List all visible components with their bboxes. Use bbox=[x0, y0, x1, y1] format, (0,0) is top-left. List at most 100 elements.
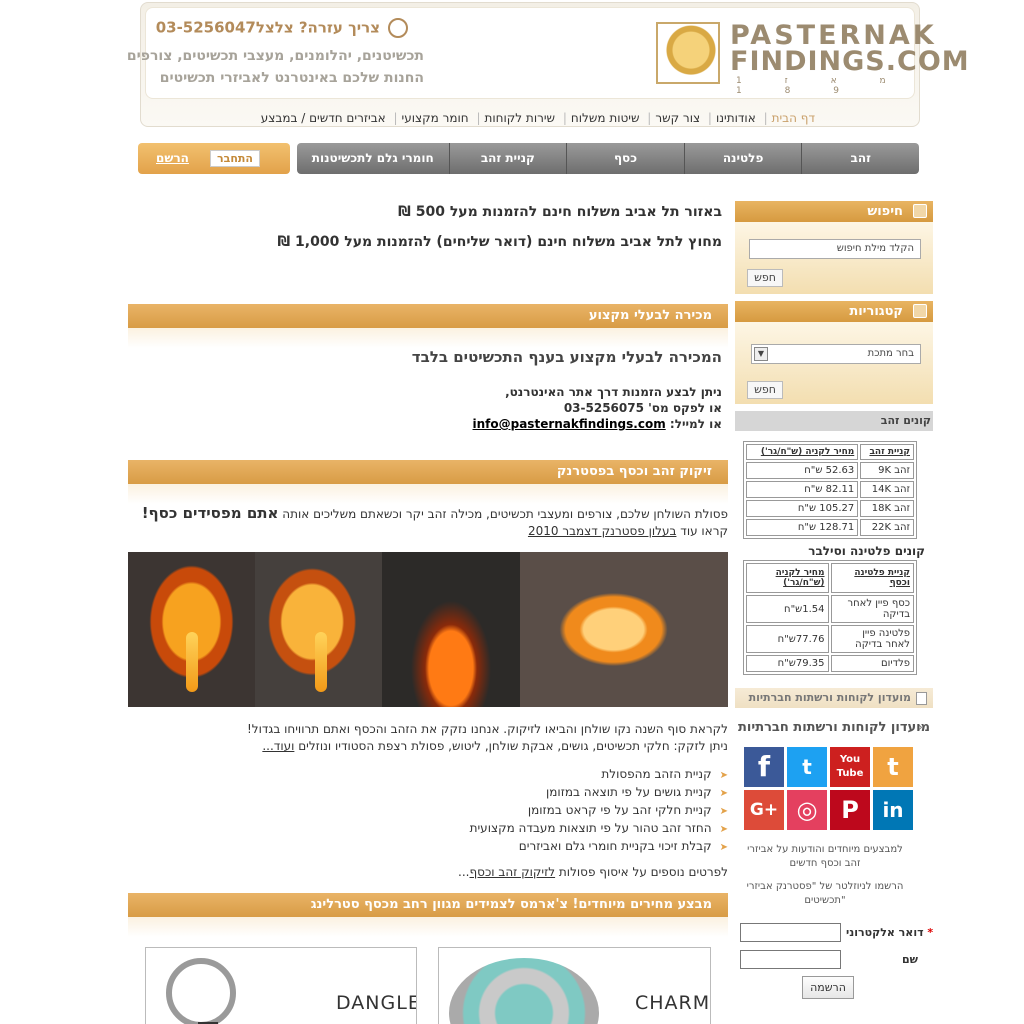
help-phone: צריך עזרה? צלצל03-5256047 bbox=[156, 18, 408, 38]
auth-box: הרשם התחבר bbox=[138, 143, 290, 174]
youtube-icon[interactable]: You Tube bbox=[830, 747, 870, 787]
photo-pour-2 bbox=[255, 552, 382, 707]
table-row: פלטינה פיין לאחר בדיקה 77.76ש"ח bbox=[746, 625, 914, 653]
plat-prices-title: קונים פלטינה וסילבר bbox=[808, 544, 925, 558]
dangle-charm-image bbox=[166, 958, 236, 1024]
newsletter-register-button[interactable]: הרשמה bbox=[802, 976, 854, 999]
menu-silver[interactable]: כסף bbox=[566, 143, 684, 174]
search-input[interactable]: הקלד מילת חיפוש bbox=[749, 239, 921, 259]
newsletter-link[interactable]: בעלון פסטרנק דצמבר 2010 bbox=[528, 524, 676, 538]
category-search-button[interactable]: חפש bbox=[747, 381, 783, 399]
tagline-secondary: החנות שלכם באינטרנט לאביזרי תכשיטים bbox=[159, 70, 424, 86]
nav-contact[interactable]: צור קשר bbox=[655, 111, 700, 125]
newsletter-text: למבצעים מיוחדים והודעות על אביזרי זהב וכ… bbox=[747, 844, 903, 869]
club-title: מועדון לקוחות ורשתות חברתיות bbox=[738, 720, 930, 735]
main-menu: זהב פלטינה כסף קניית זהב חומרי גלם לתכשי… bbox=[297, 143, 919, 174]
search-header: חיפוש bbox=[735, 201, 933, 222]
refine-paragraph-2: קראו עוד בעלון פסטרנק דצמבר 2010 bbox=[527, 524, 728, 538]
section-fade bbox=[128, 484, 728, 504]
email-link[interactable]: info@pasternakfindings.com bbox=[473, 417, 666, 431]
nav-new-items[interactable]: אביזרים חדשים / במבצע bbox=[261, 111, 386, 125]
more-link[interactable]: ועוד... bbox=[262, 739, 294, 753]
blogger-icon[interactable]: t bbox=[873, 747, 913, 787]
name-label: שם bbox=[902, 953, 919, 966]
list-item: קבלת זיכוי בקניית חומרי גלם ואביזרים bbox=[470, 839, 728, 857]
shipping-line-1: באזור תל אביב משלוח חינם להזמנות מעל 500… bbox=[398, 204, 722, 220]
product-charm[interactable]: CHARM bbox=[438, 947, 711, 1024]
list-item: קניית הזהב מהפסולת bbox=[470, 767, 728, 785]
gold-prices-table: קניית זהב מחיר לקניה (ש"ח/גר') זהב 9K 52.… bbox=[743, 441, 917, 539]
col-header: מחיר לקניה (ש"ח/גר') bbox=[746, 444, 859, 460]
table-row: זהב 22K 128.71 ש"ח bbox=[746, 519, 914, 536]
photo-melt bbox=[520, 552, 728, 707]
search-button[interactable]: חפש bbox=[747, 269, 783, 287]
tagline: תכשיטנים, יהלומנים, מעצבי תכשיטים, צורפי… bbox=[126, 48, 424, 64]
search-panel: הקלד מילת חיפוש חפש bbox=[735, 222, 933, 294]
photo-pour-1 bbox=[128, 552, 255, 707]
product-dangle[interactable]: DANGLE bbox=[145, 947, 417, 1024]
pro-title: המכירה לבעלי מקצוע בענף התכשיטים בלבד bbox=[411, 348, 722, 366]
site-header: PASTERNAK FINDINGS.COM מ א ז 1 9 8 1 צרי… bbox=[127, 2, 969, 127]
menu-raw-materials[interactable]: חומרי גלם לתכשיטנות bbox=[297, 143, 449, 174]
refine-paragraph-4: ניתן לזקק: חלקי תכשיטים, גושים, אבקת שול… bbox=[262, 739, 728, 753]
product-label: CHARM bbox=[635, 992, 711, 1014]
plat-prices-table: קניית פלטינה וכסף מחיר לקניה (ש"ח/גר') כ… bbox=[743, 560, 917, 675]
menu-buy-gold[interactable]: קניית זהב bbox=[448, 143, 567, 174]
nav-shipping[interactable]: שיטות משלוח bbox=[571, 111, 640, 125]
nav-professional[interactable]: חומר מקצועי bbox=[402, 111, 469, 125]
table-row: זהב 9K 52.63 ש"ח bbox=[746, 462, 914, 479]
refine-more-info: לפרטים נוספים על איסוף פסולות לזיקוק זהב… bbox=[458, 865, 728, 879]
category-selected-value: בחר מתכת bbox=[867, 348, 914, 359]
product-label: DANGLE bbox=[336, 992, 417, 1014]
list-item: קניית חלקי זהב על פי קראט במזומן bbox=[470, 803, 728, 821]
list-item: קניית גושים על פי תוצאה במזומן bbox=[470, 785, 728, 803]
pro-section-bar: מכירה לבעלי מקצוע bbox=[128, 304, 728, 328]
linkedin-icon[interactable]: in bbox=[873, 790, 913, 830]
pro-line-2: או לפקס מס' 03-5256075 bbox=[563, 401, 722, 415]
pro-line-3: או למייל: info@pasternakfindings.com bbox=[472, 417, 723, 431]
googleplus-icon[interactable]: G+ bbox=[744, 790, 784, 830]
gold-prices-header: קונים זהב bbox=[735, 411, 933, 431]
email-label: * דואר אלקטרוני bbox=[846, 926, 934, 939]
shipping-line-2: מחוץ לתל אביב משלוח חינם (דואר שליחים) ל… bbox=[277, 234, 723, 250]
login-button[interactable]: התחבר bbox=[210, 150, 260, 167]
nav-about[interactable]: אודותינו bbox=[716, 111, 756, 125]
email-field[interactable] bbox=[740, 923, 841, 942]
table-row: כסף פיין לאחר בדיקה 1.54ש"ח bbox=[746, 595, 914, 623]
categories-panel: בחר מתכת ▼ חפש bbox=[735, 322, 933, 404]
facebook-icon[interactable]: f bbox=[744, 747, 784, 787]
logo-icon[interactable] bbox=[656, 22, 720, 84]
refining-photo bbox=[128, 552, 728, 707]
twitter-icon[interactable]: t bbox=[787, 747, 827, 787]
menu-platinum[interactable]: פלטינה bbox=[683, 143, 802, 174]
instagram-icon[interactable]: ◎ bbox=[787, 790, 827, 830]
phone-icon bbox=[388, 18, 408, 38]
search-icon bbox=[913, 204, 927, 218]
help-text: צריך עזרה? צלצל03-5256047 bbox=[155, 18, 380, 37]
header-panel: PASTERNAK FINDINGS.COM מ א ז 1 9 8 1 צרי… bbox=[127, 7, 969, 99]
refine-paragraph-3: לקראת סוף השנה נקו שולחן והביאו לזיקוק. … bbox=[246, 722, 728, 736]
categories-header: קטגוריות bbox=[735, 301, 933, 322]
refine-paragraph-1: פסולת השולחן שלכם, צורפים ומעצבי תכשיטים… bbox=[141, 504, 728, 522]
table-row: פלדיום 79.35ש"ח bbox=[746, 655, 914, 672]
pinterest-icon[interactable]: P bbox=[830, 790, 870, 830]
table-row: זהב 14K 82.11 ש"ח bbox=[746, 481, 914, 498]
menu-gold[interactable]: זהב bbox=[801, 143, 919, 174]
logo-domain[interactable]: FINDINGS.COM bbox=[730, 46, 970, 77]
name-field[interactable] bbox=[740, 950, 841, 969]
chevron-down-icon[interactable]: ▼ bbox=[754, 347, 768, 361]
section-fade bbox=[128, 328, 728, 348]
nav-service[interactable]: שירות לקוחות bbox=[485, 111, 556, 125]
col-header[interactable]: קניית זהב bbox=[860, 444, 914, 460]
logo-since: מ א ז 1 9 8 1 bbox=[736, 76, 906, 96]
nav-home[interactable]: דף הבית bbox=[772, 111, 815, 125]
category-select[interactable]: בחר מתכת ▼ bbox=[751, 344, 921, 364]
register-link[interactable]: הרשם bbox=[156, 151, 189, 165]
refine-section-bar: זיקוק זהב וכסף בפסטרנק bbox=[128, 460, 728, 484]
chevron-right-icon: › bbox=[918, 720, 923, 734]
club-header: מועדון לקוחות ורשתות חברתיות bbox=[735, 688, 933, 708]
list-item: החזר זהב טהור על פי תוצאות מעבדה מקצועית bbox=[470, 821, 728, 839]
refining-link[interactable]: לזיקוק זהב וכסף bbox=[470, 865, 556, 879]
section-fade bbox=[128, 917, 728, 937]
col-header[interactable]: קניית פלטינה וכסף bbox=[830, 563, 914, 593]
